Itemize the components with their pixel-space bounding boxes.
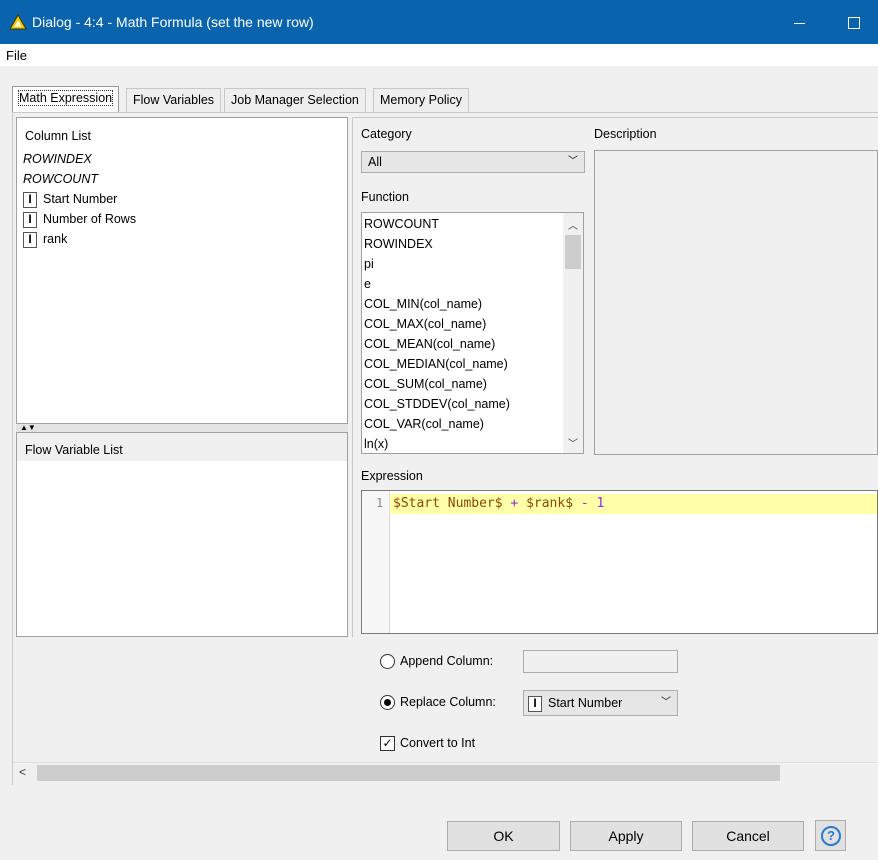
function-item[interactable]: COL_VAR(col_name) xyxy=(364,414,484,434)
tab-label: Math Expression xyxy=(17,90,114,106)
convert-to-int-checkbox[interactable]: ✓ xyxy=(380,736,395,751)
splitter-arrows-icon: ▲▼ xyxy=(20,423,36,432)
scrollbar-thumb[interactable] xyxy=(565,235,581,269)
function-item[interactable]: ln(x) xyxy=(364,434,388,453)
expression-text[interactable]: $Start Number$ + $rank$ - 1 xyxy=(393,496,604,511)
replace-column-select[interactable]: I Start Number ﹀ xyxy=(523,690,678,716)
function-label: Function xyxy=(361,190,409,204)
scroll-up-icon[interactable]: ︿ xyxy=(568,217,578,232)
function-item[interactable]: COL_STDDEV(col_name) xyxy=(364,394,510,414)
function-item[interactable]: COL_MAX(col_name) xyxy=(364,314,486,334)
column-item-rank[interactable]: Irank xyxy=(23,230,67,248)
append-column-input[interactable] xyxy=(523,650,678,673)
function-item[interactable]: ROWINDEX xyxy=(364,234,433,254)
cancel-button[interactable]: Cancel xyxy=(692,821,804,851)
column-item-number-of-rows[interactable]: I Number of Rows xyxy=(23,210,136,228)
chevron-down-icon: ﹀ xyxy=(661,697,671,708)
expression-token-op: - xyxy=(573,496,597,511)
column-item-label: Start Number xyxy=(43,192,118,206)
chevron-down-icon: ﹀ xyxy=(568,156,578,167)
flow-variable-list-header: Flow Variable List xyxy=(25,443,123,457)
replace-column-value: Start Number xyxy=(548,696,623,710)
column-item-label: Number of Rows xyxy=(43,212,137,226)
column-list: Column List ROWINDEX ROWCOUNT I Start Num… xyxy=(16,117,348,424)
function-item[interactable]: COL_MEDIAN(col_name) xyxy=(364,354,508,374)
function-list: ROWCOUNT ROWINDEX pi e COL_MIN(col_name)… xyxy=(361,212,584,454)
column-item-rowindex[interactable]: ROWINDEX xyxy=(23,150,92,168)
help-button[interactable]: ? xyxy=(815,820,846,851)
menu-bar: File xyxy=(0,44,878,66)
function-item[interactable]: e xyxy=(364,274,371,294)
function-item[interactable]: COL_MEAN(col_name) xyxy=(364,334,495,354)
line-number: 1 xyxy=(376,496,384,510)
tab-memory-policy[interactable]: Memory Policy xyxy=(373,88,469,112)
expression-token-var: $rank$ xyxy=(526,496,574,511)
horizontal-scrollbar[interactable]: < xyxy=(13,762,878,782)
integer-type-icon: I xyxy=(23,211,37,228)
convert-to-int-label: Convert to Int xyxy=(400,736,476,750)
help-icon: ? xyxy=(821,826,841,846)
function-item[interactable]: pi xyxy=(364,254,374,274)
column-item-rowcount[interactable]: ROWCOUNT xyxy=(23,170,98,188)
replace-column-label: Replace Column: xyxy=(400,695,496,709)
integer-type-icon: I xyxy=(528,695,542,712)
window-title: Dialog - 4:4 - Math Formula (set the new… xyxy=(32,14,314,30)
column-item-label: rank xyxy=(43,232,68,246)
category-label: Category xyxy=(361,127,412,141)
scrollbar-thumb[interactable] xyxy=(37,765,780,781)
list-splitter[interactable]: ▲▼ xyxy=(16,424,348,432)
expression-editor[interactable]: 1 $Start Number$ + $rank$ - 1 xyxy=(361,490,878,634)
expression-label: Expression xyxy=(361,469,423,483)
expression-token-op: + xyxy=(502,496,527,511)
tab-math-expression[interactable]: Math Expression xyxy=(12,86,120,112)
category-select[interactable]: All ﹀ xyxy=(361,151,585,173)
maximize-button[interactable] xyxy=(840,8,870,36)
replace-column-radio[interactable] xyxy=(380,695,395,710)
function-item[interactable]: COL_SUM(col_name) xyxy=(364,374,487,394)
function-list-scrollbar[interactable]: ︿ ﹀ xyxy=(563,213,583,453)
apply-button[interactable]: Apply xyxy=(570,821,682,851)
expression-token-number: 1 xyxy=(596,496,605,511)
category-selected-value: All xyxy=(368,155,382,169)
function-item[interactable]: ROWCOUNT xyxy=(364,214,439,234)
ok-button[interactable]: OK xyxy=(447,821,560,851)
function-item[interactable]: COL_MIN(col_name) xyxy=(364,294,482,314)
knime-logo-icon xyxy=(9,14,27,30)
append-column-label: Append Column: xyxy=(400,654,494,668)
menu-file[interactable]: File xyxy=(6,48,27,63)
append-column-radio[interactable] xyxy=(380,654,395,669)
title-bar: Dialog - 4:4 - Math Formula (set the new… xyxy=(0,0,878,44)
scroll-left-icon[interactable]: < xyxy=(19,765,26,779)
scroll-down-icon[interactable]: ﹀ xyxy=(568,435,578,450)
expression-token-var: $Start Number$ xyxy=(393,496,503,511)
tab-job-manager-selection[interactable]: Job Manager Selection xyxy=(224,88,366,112)
line-number-gutter xyxy=(362,491,390,633)
tab-flow-variables[interactable]: Flow Variables xyxy=(126,88,222,112)
minimize-button[interactable] xyxy=(786,8,816,36)
description-label: Description xyxy=(594,127,657,141)
column-item-start-number[interactable]: I Start Number xyxy=(23,190,117,208)
flow-variable-list: Flow Variable List xyxy=(16,432,348,637)
integer-type-icon: I xyxy=(23,191,37,208)
description-box xyxy=(594,150,878,455)
column-list-header: Column List xyxy=(25,129,91,143)
integer-type-icon: I xyxy=(23,231,37,248)
